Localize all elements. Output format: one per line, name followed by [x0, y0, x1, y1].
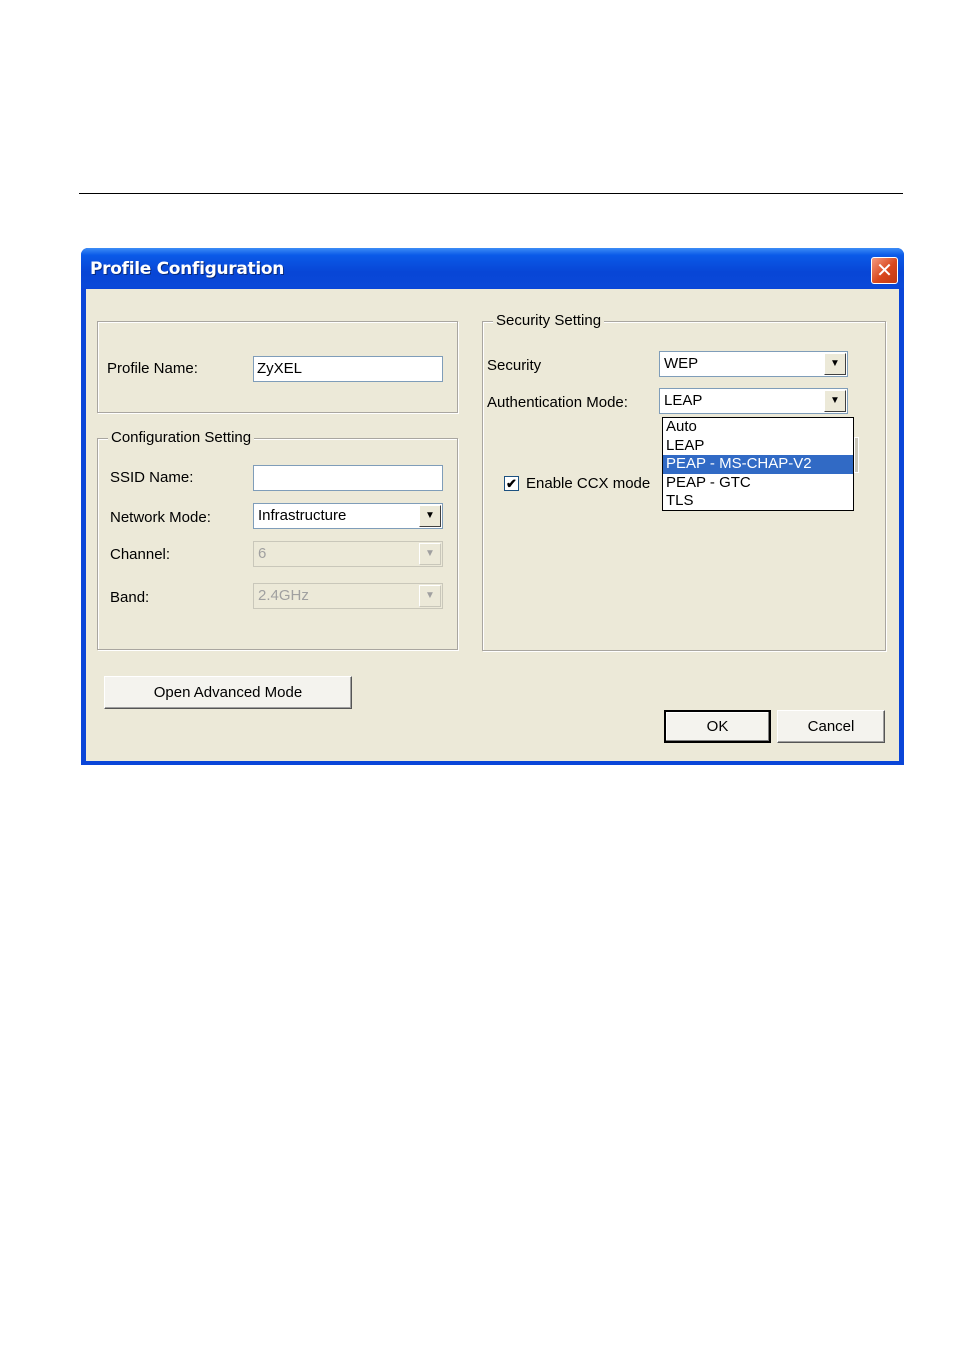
- profile-name-group: Profile Name: ZyXEL: [97, 321, 458, 413]
- chevron-down-icon[interactable]: ▼: [824, 353, 846, 375]
- check-icon: ✔: [506, 476, 517, 491]
- auth-option[interactable]: Auto: [663, 418, 853, 437]
- page-divider: [79, 193, 903, 194]
- configuration-setting-group: Configuration Setting SSID Name: Network…: [97, 429, 458, 650]
- auth-option[interactable]: PEAP - GTC: [663, 474, 853, 493]
- security-value: WEP: [664, 355, 699, 372]
- authentication-mode-label: Authentication Mode:: [487, 394, 628, 411]
- configuration-setting-legend: Configuration Setting: [108, 429, 255, 446]
- profile-name-label: Profile Name:: [107, 360, 198, 377]
- channel-label: Channel:: [110, 546, 171, 563]
- dialog-title: Profile Configuration: [90, 259, 285, 279]
- channel-value: 6: [258, 545, 267, 562]
- chevron-down-icon: ▼: [419, 543, 441, 565]
- ssid-name-input[interactable]: [253, 465, 443, 491]
- authentication-mode-dropdown-list: Auto LEAP PEAP - MS-CHAP-V2 PEAP - GTC T…: [662, 417, 854, 511]
- authentication-mode-value: LEAP: [664, 392, 703, 409]
- enable-ccx-label[interactable]: Enable CCX mode: [526, 475, 650, 492]
- network-mode-select[interactable]: Infrastructure ▼: [253, 503, 443, 529]
- open-advanced-mode-button[interactable]: Open Advanced Mode: [104, 676, 352, 709]
- title-bar[interactable]: Profile Configuration ✕: [81, 248, 904, 288]
- scrollbar-stub: [854, 437, 859, 473]
- auth-option-selected[interactable]: PEAP - MS-CHAP-V2: [663, 455, 853, 474]
- cancel-button[interactable]: Cancel: [777, 710, 885, 743]
- ok-button[interactable]: OK: [664, 710, 771, 743]
- security-setting-legend: Security Setting: [493, 312, 605, 329]
- ssid-name-label: SSID Name:: [110, 469, 194, 486]
- chevron-down-icon[interactable]: ▼: [419, 505, 441, 527]
- chevron-down-icon: ▼: [419, 585, 441, 607]
- enable-ccx-checkbox[interactable]: ✔: [504, 476, 519, 491]
- band-select: 2.4GHz ▼: [253, 583, 443, 609]
- security-label: Security: [487, 357, 542, 374]
- profile-name-input[interactable]: ZyXEL: [253, 356, 443, 382]
- channel-select: 6 ▼: [253, 541, 443, 567]
- close-icon[interactable]: ✕: [871, 257, 898, 284]
- auth-option[interactable]: LEAP: [663, 437, 853, 456]
- authentication-mode-select[interactable]: LEAP ▼: [659, 388, 848, 414]
- network-mode-label: Network Mode:: [110, 509, 211, 526]
- chevron-down-icon[interactable]: ▼: [824, 390, 846, 412]
- band-label: Band:: [110, 589, 150, 606]
- auth-option[interactable]: TLS: [663, 492, 853, 511]
- profile-configuration-dialog: Profile Configuration ✕ Profile Name: Zy…: [81, 248, 904, 765]
- band-value: 2.4GHz: [258, 587, 309, 604]
- network-mode-value: Infrastructure: [258, 507, 347, 524]
- dialog-client-area: Profile Name: ZyXEL Configuration Settin…: [86, 289, 899, 761]
- security-select[interactable]: WEP ▼: [659, 351, 848, 377]
